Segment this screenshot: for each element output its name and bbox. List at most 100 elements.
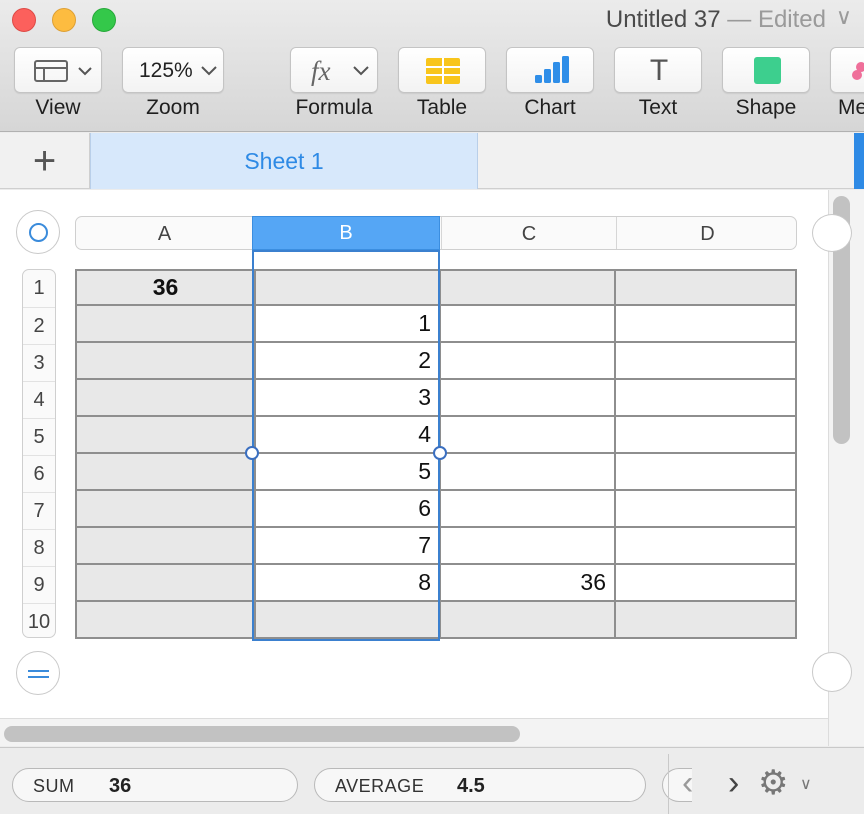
table-cell-d7[interactable] [616, 491, 797, 528]
row-header-7[interactable]: 7 [23, 492, 55, 529]
sum-label: SUM [33, 776, 75, 796]
equals-icon [28, 670, 49, 672]
equals-icon-bar [28, 676, 49, 678]
table-cell-d10[interactable] [616, 602, 797, 639]
status-divider [668, 754, 669, 814]
table-cell-c10[interactable] [441, 602, 616, 639]
column-header-a[interactable]: A [76, 217, 253, 249]
table-cell-a1[interactable]: 36 [75, 269, 256, 306]
zoom-window-button[interactable] [92, 8, 116, 32]
toolbar: Untitled 37 — Edited ∨ View 125% Zoom fx [0, 0, 864, 132]
table-cell-b4[interactable]: 3 [256, 380, 441, 417]
chevron-left-icon[interactable]: ‹ [682, 766, 693, 800]
table-label: Table [416, 96, 468, 119]
table-cell-c6[interactable] [441, 454, 616, 491]
chevron-down-icon [201, 66, 217, 76]
table-cell-a8[interactable] [75, 528, 256, 565]
table-cell-b2[interactable]: 1 [256, 306, 441, 343]
gear-icon[interactable]: ⚙ [758, 766, 788, 800]
table-icon [426, 58, 460, 84]
table-cell-a6[interactable] [75, 454, 256, 491]
table-cell-d1[interactable] [616, 269, 797, 306]
table-cell-c1[interactable] [441, 269, 616, 306]
chart-button[interactable] [506, 47, 594, 93]
table-button[interactable] [398, 47, 486, 93]
formula-button[interactable]: fx [290, 47, 378, 93]
sheet-tab-bar: + Sheet 1 [0, 133, 864, 189]
chevron-down-icon[interactable]: ∨ [836, 4, 852, 30]
table-cell-a5[interactable] [75, 417, 256, 454]
average-pill[interactable]: AVERAGE 4.5 [314, 768, 646, 802]
minimize-window-button[interactable] [52, 8, 76, 32]
row-header-1[interactable]: 1 [23, 270, 55, 307]
table-cell-a2[interactable] [75, 306, 256, 343]
table-cell-d5[interactable] [616, 417, 797, 454]
sum-value: 36 [109, 775, 132, 797]
row-header-3[interactable]: 3 [23, 344, 55, 381]
sum-pill[interactable]: SUM 36 [12, 768, 298, 802]
table-cell-b1[interactable] [256, 269, 441, 306]
add-sheet-button[interactable]: + [0, 133, 90, 189]
table-cell-d4[interactable] [616, 380, 797, 417]
table-cell-b10[interactable] [256, 602, 441, 639]
table-cell-b7[interactable]: 6 [256, 491, 441, 528]
add-column-button[interactable] [812, 214, 852, 252]
table-cell-a4[interactable] [75, 380, 256, 417]
shape-button[interactable] [722, 47, 810, 93]
media-button[interactable] [830, 47, 864, 93]
table-cell-a7[interactable] [75, 491, 256, 528]
add-row-button[interactable] [16, 651, 60, 695]
row-header-6[interactable]: 6 [23, 455, 55, 492]
table-cell-b3[interactable]: 2 [256, 343, 441, 380]
tab-sheet-1[interactable]: Sheet 1 [90, 133, 478, 189]
table-cell-b5[interactable]: 4 [256, 417, 441, 454]
horizontal-scrollbar-thumb[interactable] [4, 726, 520, 742]
formula-label: Formula [295, 96, 373, 119]
media-icon [852, 62, 864, 80]
close-window-button[interactable] [12, 8, 36, 32]
chevron-right-icon[interactable]: › [728, 766, 739, 800]
chart-icon [535, 56, 569, 83]
tab-bar-edge [854, 133, 864, 189]
circle-icon [29, 223, 48, 242]
resize-table-button[interactable] [812, 652, 852, 692]
table-cell-c5[interactable] [441, 417, 616, 454]
table-cell-b8[interactable]: 7 [256, 528, 441, 565]
text-button[interactable]: T [614, 47, 702, 93]
row-header-2[interactable]: 2 [23, 307, 55, 344]
table-cell-c4[interactable] [441, 380, 616, 417]
table-cell-c9[interactable]: 36 [441, 565, 616, 602]
table-cell-c2[interactable] [441, 306, 616, 343]
table-cell-c7[interactable] [441, 491, 616, 528]
zoom-button[interactable]: 125% [122, 47, 224, 93]
view-button[interactable] [14, 47, 102, 93]
zoom-label: Zoom [146, 96, 200, 119]
table-cell-b9[interactable]: 8 [256, 565, 441, 602]
table-cell-d9[interactable] [616, 565, 797, 602]
table-cell-a10[interactable] [75, 602, 256, 639]
plus-icon: + [32, 138, 57, 183]
chevron-down-icon[interactable]: ∨ [800, 774, 812, 794]
table-cell-d6[interactable] [616, 454, 797, 491]
table-cell-d2[interactable] [616, 306, 797, 343]
row-header-10[interactable]: 10 [23, 603, 55, 637]
table-cell-c3[interactable] [441, 343, 616, 380]
row-header-8[interactable]: 8 [23, 529, 55, 566]
row-header-9[interactable]: 9 [23, 566, 55, 603]
column-header-d[interactable]: D [616, 217, 796, 249]
column-header-b[interactable]: B [252, 216, 440, 250]
table-cell-d3[interactable] [616, 343, 797, 380]
document-title[interactable]: Untitled 37 — Edited [606, 6, 826, 34]
table-cell-c8[interactable] [441, 528, 616, 565]
select-table-button[interactable] [16, 210, 60, 254]
table-cell-b6[interactable]: 5 [256, 454, 441, 491]
sidebar-view-icon [34, 60, 92, 82]
row-header-5[interactable]: 5 [23, 418, 55, 455]
table-cell-a3[interactable] [75, 343, 256, 380]
row-header-4[interactable]: 4 [23, 381, 55, 418]
average-value: 4.5 [457, 775, 485, 797]
row-header-bar: 1 2 3 4 5 6 7 8 9 10 [22, 269, 56, 638]
column-header-c[interactable]: C [441, 217, 616, 249]
table-cell-a9[interactable] [75, 565, 256, 602]
table-cell-d8[interactable] [616, 528, 797, 565]
